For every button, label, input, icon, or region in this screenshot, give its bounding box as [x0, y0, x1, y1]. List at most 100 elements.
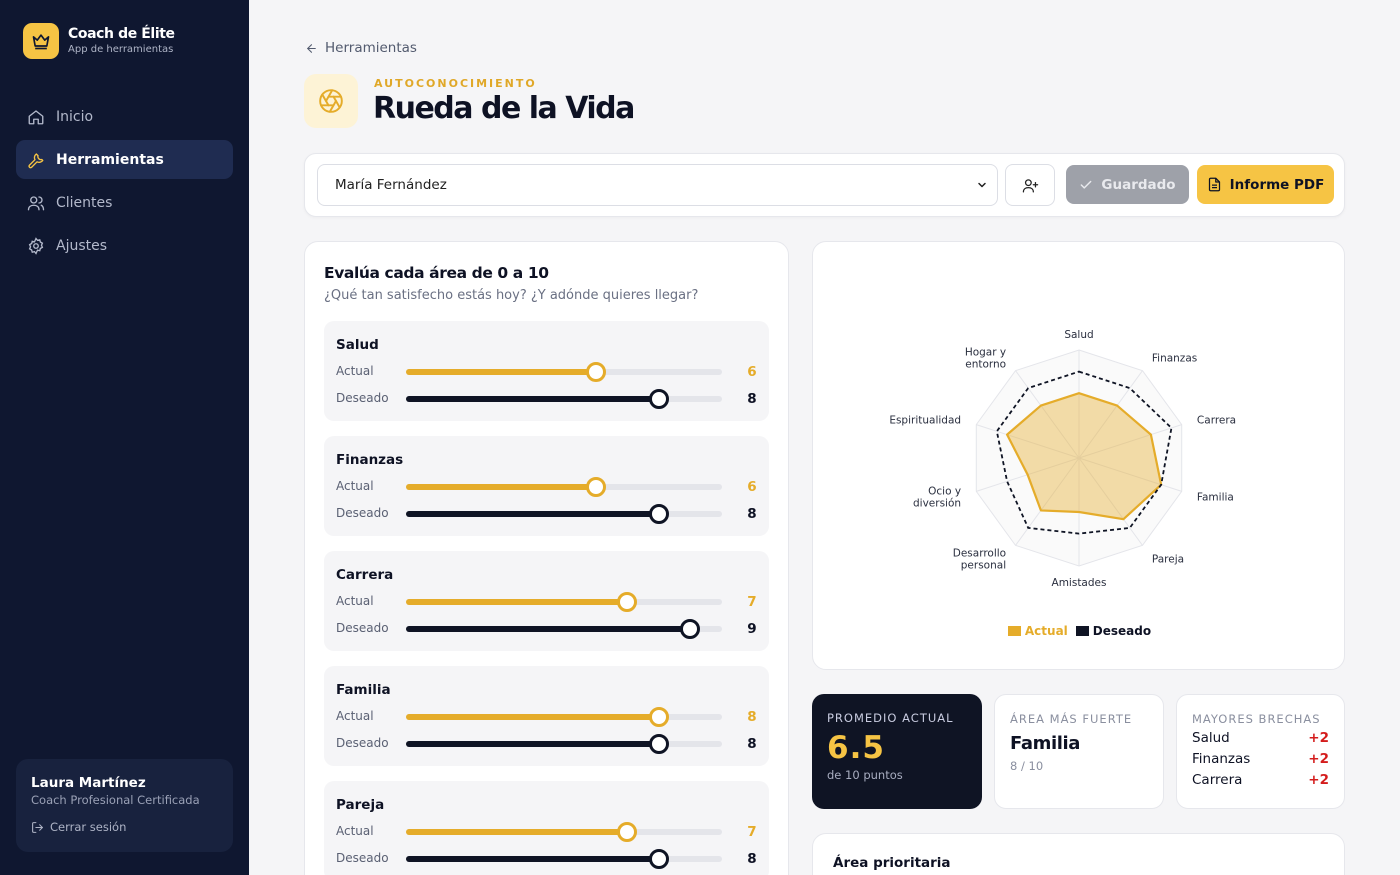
actual-value: 7: [747, 824, 757, 840]
desired-slider-handle[interactable]: [648, 504, 669, 524]
actual-slider[interactable]: [406, 822, 722, 842]
sidebar-item-inicio[interactable]: Inicio: [16, 97, 233, 136]
users-icon: [27, 194, 45, 212]
desired-slider-handle[interactable]: [648, 734, 669, 754]
desired-slider[interactable]: [406, 734, 722, 754]
area-name: Carrera: [336, 567, 394, 583]
desired-label: Deseado: [336, 621, 389, 635]
actual-slider-fill: [406, 599, 628, 605]
actual-slider[interactable]: [406, 477, 722, 497]
desired-slider-handle[interactable]: [648, 389, 669, 409]
legend-label-actual: Actual: [1024, 624, 1068, 638]
home-icon: [27, 108, 45, 126]
priority-title: Área prioritaria: [833, 855, 951, 871]
logout-button[interactable]: Cerrar sesión: [31, 820, 218, 834]
gap-value: +2: [1308, 772, 1329, 788]
chart-legend: Actual Deseado: [813, 624, 1346, 638]
gear-icon: [27, 236, 45, 255]
desired-label: Deseado: [336, 736, 389, 750]
aperture-icon: [304, 74, 358, 128]
area-card: Salud Actual 6 Deseado 8: [324, 321, 769, 421]
strongest-value: Familia: [1010, 733, 1080, 754]
desired-slider-handle[interactable]: [680, 619, 701, 639]
sidebar-item-herramientas[interactable]: Herramientas: [16, 140, 233, 179]
saved-label: Guardado: [1101, 176, 1176, 193]
sidebar-item-label: Inicio: [56, 108, 94, 125]
document-icon: [1208, 177, 1220, 192]
priority-panel: Área prioritaria: [812, 833, 1345, 875]
radar-axis-label: Ocio y diversión: [913, 485, 961, 509]
actual-slider-fill: [406, 829, 628, 835]
actual-slider-handle[interactable]: [648, 707, 669, 727]
strongest-label: ÁREA MÁS FUERTE: [1010, 712, 1133, 726]
user-card: Laura Martínez Coach Profesional Certifi…: [16, 759, 233, 852]
brand-subtitle: App de herramientas: [68, 44, 174, 55]
radar-axis-label: Familia: [1197, 491, 1234, 503]
actual-slider[interactable]: [406, 592, 722, 612]
add-client-button[interactable]: [1005, 164, 1055, 206]
actual-slider-handle[interactable]: [585, 477, 606, 497]
area-name: Familia: [336, 682, 391, 698]
desired-label: Deseado: [336, 391, 389, 405]
client-select[interactable]: María Fernández: [317, 164, 998, 206]
average-sub: de 10 puntos: [827, 768, 903, 782]
area-name: Finanzas: [336, 452, 404, 468]
legend-swatch-actual: [1007, 626, 1021, 636]
sidebar-nav: Inicio Herramientas Clientes Ajustes: [16, 97, 233, 269]
actual-slider[interactable]: [406, 362, 722, 382]
pdf-report-label: Informe PDF: [1229, 176, 1325, 193]
sidebar-item-ajustes[interactable]: Ajustes: [16, 226, 233, 265]
desired-value: 8: [747, 506, 757, 522]
sidebar-item-label: Herramientas: [56, 151, 164, 168]
radar-axis-label: Desarrollo personal: [953, 547, 1006, 571]
actual-slider-handle[interactable]: [585, 362, 606, 382]
actual-slider-handle[interactable]: [617, 592, 638, 612]
gap-value: +2: [1308, 730, 1329, 746]
gap-name: Finanzas: [1192, 751, 1251, 767]
user-role: Coach Profesional Certificada: [31, 793, 200, 807]
sliders-title: Evalúa cada área de 0 a 10: [324, 264, 549, 282]
back-link[interactable]: Herramientas: [305, 40, 417, 56]
area-name: Pareja: [336, 797, 385, 813]
page-eyebrow: AUTOCONOCIMIENTO: [374, 77, 537, 90]
desired-slider[interactable]: [406, 619, 722, 639]
desired-slider-fill: [406, 396, 659, 402]
area-name: Salud: [336, 337, 379, 353]
back-label: Herramientas: [325, 40, 417, 56]
client-select-value: María Fernández: [335, 177, 447, 193]
desired-slider[interactable]: [406, 849, 722, 869]
desired-value: 8: [747, 851, 757, 867]
actual-label: Actual: [336, 479, 374, 493]
desired-value: 8: [747, 736, 757, 752]
legend-item-deseado: Deseado: [1075, 624, 1151, 638]
actual-slider-handle[interactable]: [617, 822, 638, 842]
area-card: Familia Actual 8 Deseado 8: [324, 666, 769, 766]
radar-axis-label: Carrera: [1197, 415, 1236, 427]
actual-slider-fill: [406, 369, 596, 375]
brand: Coach de Élite App de herramientas: [23, 23, 175, 59]
desired-slider[interactable]: [406, 504, 722, 524]
desired-slider[interactable]: [406, 389, 722, 409]
desired-slider-handle[interactable]: [648, 849, 669, 869]
sidebar-item-clientes[interactable]: Clientes: [16, 183, 233, 222]
actual-slider-fill: [406, 484, 596, 490]
toolbar: María Fernández Guardado Informe PDF: [304, 153, 1345, 217]
gap-row: Carrera +2: [1192, 772, 1329, 789]
radar-axis-label: Finanzas: [1152, 353, 1197, 365]
saved-button[interactable]: Guardado: [1066, 165, 1189, 204]
sidebar-item-label: Ajustes: [56, 237, 108, 254]
desired-value: 9: [747, 621, 757, 637]
actual-slider[interactable]: [406, 707, 722, 727]
gap-row: Salud +2: [1192, 730, 1329, 747]
desired-slider-fill: [406, 856, 659, 862]
check-icon: [1081, 180, 1092, 189]
desired-slider-fill: [406, 511, 659, 517]
pdf-report-button[interactable]: Informe PDF: [1197, 165, 1334, 204]
gap-name: Carrera: [1192, 772, 1243, 788]
area-card: Pareja Actual 7 Deseado 8: [324, 781, 769, 875]
average-label: PROMEDIO ACTUAL: [827, 711, 954, 725]
actual-label: Actual: [336, 594, 374, 608]
actual-slider-fill: [406, 714, 659, 720]
radar-axis-label: Salud: [1064, 329, 1093, 341]
actual-label: Actual: [336, 824, 374, 838]
